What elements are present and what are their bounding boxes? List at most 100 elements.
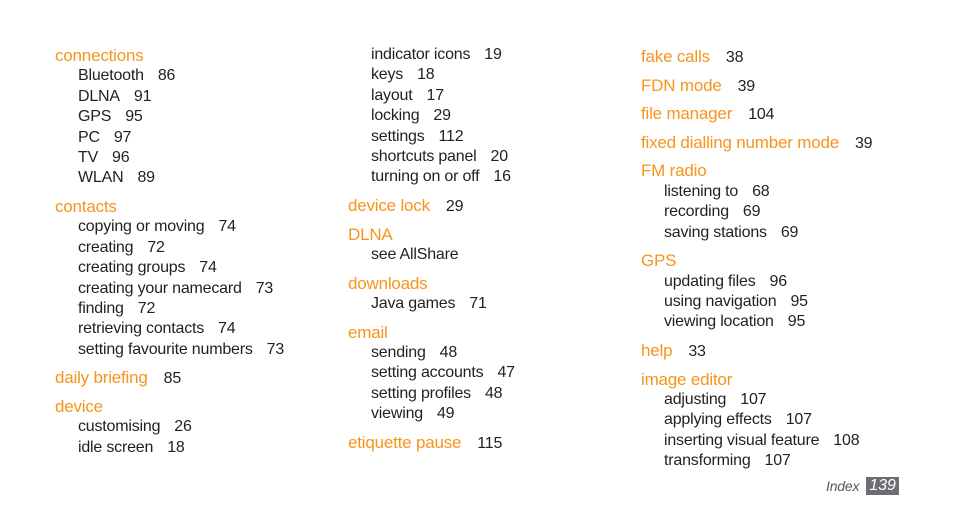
index-subentry: Bluetooth 86	[55, 66, 175, 86]
page-ref: 104	[748, 106, 775, 124]
subentry-term: saving stations	[664, 223, 767, 241]
index-subentry: customising 26	[55, 417, 192, 437]
index-subentry: setting accounts 47	[348, 363, 515, 383]
index-heading: email	[348, 323, 388, 344]
page-ref: 73	[266, 340, 285, 358]
heading-term: fake calls	[641, 47, 710, 66]
subentry-term: TV	[78, 149, 99, 166]
subentry-term: PC	[78, 128, 100, 146]
page-ref: 39	[854, 134, 873, 152]
heading-term: daily briefing	[55, 368, 148, 388]
heading-term: downloads	[348, 273, 428, 293]
subentry-term: applying effects	[664, 411, 772, 429]
index-subentry: inserting visual feature 108	[641, 431, 860, 451]
subentry-term: creating groups	[78, 259, 186, 277]
index-subentry: WLAN 89	[55, 168, 155, 188]
index-heading: downloads	[348, 273, 428, 295]
index-subentry: idle screen 18	[55, 438, 185, 458]
subentry-term: setting accounts	[371, 364, 484, 382]
index-subentry: DLNA 91	[55, 87, 152, 107]
page-ref: 107	[785, 411, 812, 429]
page-ref: 96	[769, 272, 788, 290]
page-footer: Index 139	[826, 477, 899, 495]
subentry-term: settings	[371, 127, 425, 145]
index-subentry: setting profiles 48	[348, 384, 503, 404]
page-ref: 69	[742, 203, 761, 221]
subentry-term: copying or moving	[78, 218, 205, 236]
index-column-3: fake calls 38 FDN mode 39 file manager 104 fix…	[641, 0, 941, 518]
index-subentry: finding 72	[55, 299, 155, 319]
subentry-term: indicator icons	[371, 46, 471, 63]
heading-term: image editor	[641, 369, 733, 389]
subentry-term: listening to	[664, 182, 739, 200]
subentry-term: recording	[664, 203, 729, 221]
subentry-term: customising	[78, 418, 161, 436]
page-ref: 91	[133, 87, 152, 105]
subentry-term: using navigation	[664, 293, 777, 310]
subentry-term: GPS	[78, 108, 112, 126]
page-ref: 112	[438, 127, 464, 145]
index-subentry: applying effects 107	[641, 410, 812, 430]
index-subentry: copying or moving 74	[55, 217, 236, 237]
page-ref: 97	[113, 128, 132, 146]
page-ref: 95	[125, 108, 143, 126]
index-subentry: adjusting 107	[641, 390, 767, 410]
page-ref: 107	[764, 452, 791, 470]
page-ref: 29	[433, 107, 451, 125]
page-ref: 86	[157, 67, 176, 85]
page-ref: 89	[137, 169, 155, 187]
subentry-term: sending	[371, 344, 426, 361]
index-subentry: retrieving contacts 74	[55, 319, 236, 339]
index-subentry: indicator icons 19	[348, 45, 502, 65]
subentry-term: viewing	[371, 405, 423, 423]
subentry-term: inserting visual feature	[664, 431, 820, 449]
index-subentry: keys 18	[348, 65, 435, 85]
page-ref: 19	[484, 46, 502, 63]
subentry-term: Java games	[371, 295, 456, 312]
index-heading: FM radio	[641, 161, 707, 182]
heading-term: fixed dialling number mode	[641, 132, 839, 152]
index-subentry: GPS 95	[55, 107, 143, 127]
subentry-term: setting favourite numbers	[78, 340, 253, 358]
page-ref: 72	[147, 238, 165, 256]
subentry-term: layout	[371, 86, 413, 104]
heading-term: contacts	[55, 197, 117, 216]
subentry-term: see AllShare	[371, 246, 459, 263]
index-subentry: transforming 107	[641, 451, 791, 471]
index-subentry: see AllShare	[348, 245, 459, 265]
index-subentry: settings 112	[348, 127, 464, 147]
page-ref: 39	[737, 77, 756, 95]
page-ref: 49	[436, 405, 455, 423]
index-subentry: creating groups 74	[55, 258, 217, 278]
heading-term: device	[55, 397, 103, 416]
index-subentry: using navigation 95	[641, 292, 808, 312]
page-ref: 33	[688, 343, 706, 360]
index-subentry: saving stations 69	[641, 223, 798, 243]
page-ref: 68	[752, 182, 770, 200]
index-heading: image editor	[641, 370, 732, 391]
page-ref: 74	[218, 320, 236, 338]
subentry-term: WLAN	[78, 169, 124, 187]
page-ref: 96	[112, 149, 130, 166]
subentry-term: transforming	[664, 452, 751, 470]
page-ref: 73	[255, 279, 274, 297]
index-subentry: locking 29	[348, 106, 451, 126]
index-heading: FDN mode 39	[641, 76, 755, 97]
heading-term: device lock	[348, 196, 430, 215]
page-ref: 85	[163, 370, 182, 388]
subentry-term: idle screen	[78, 438, 154, 456]
heading-term: help	[641, 341, 673, 360]
page-number-badge: 139	[866, 477, 899, 495]
index-subentry: recording 69	[641, 202, 761, 222]
index-subentry: turning on or off 16	[348, 167, 511, 187]
subentry-term: creating	[78, 238, 134, 256]
index-subentry: TV 96	[55, 148, 130, 168]
heading-term: DLNA	[348, 224, 393, 244]
page-ref: 95	[787, 313, 806, 331]
index-heading: etiquette pause 115	[348, 433, 502, 454]
subentry-term: DLNA	[78, 87, 120, 105]
index-heading: fixed dialling number mode 39	[641, 132, 873, 154]
page-ref: 18	[167, 438, 185, 456]
heading-term: FM radio	[641, 161, 707, 181]
subentry-term: updating files	[664, 272, 756, 290]
